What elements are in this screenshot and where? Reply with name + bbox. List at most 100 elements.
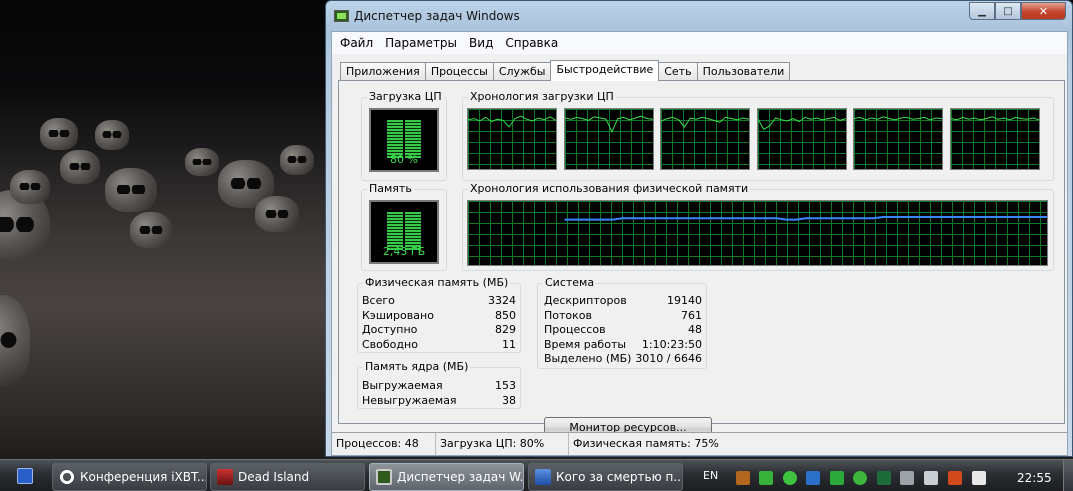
word-icon <box>535 469 551 485</box>
tab-users[interactable]: Пользователи <box>696 62 791 81</box>
wallpaper-skull <box>0 295 30 387</box>
stat-name: Свободно <box>362 338 418 351</box>
cpu-history-label: Хронология загрузки ЦП <box>468 90 616 103</box>
window-client: Файл Параметры Вид Справка Приложения Пр… <box>331 31 1068 456</box>
cpu-usage-line <box>757 116 846 131</box>
tray-app-icon[interactable] <box>736 471 750 485</box>
system-row: Процессов 48 <box>544 323 702 338</box>
dead-island-icon <box>217 469 233 485</box>
volume-icon[interactable] <box>924 471 938 485</box>
tray-monitor-icon[interactable] <box>806 471 820 485</box>
cpu-history-group: Хронология загрузки ЦП <box>462 90 1054 181</box>
status-cpu: Загрузка ЦП: 80% <box>436 433 569 455</box>
cpu-usage-line <box>661 116 749 128</box>
physical-memory-label: Физическая память (МБ) <box>363 276 511 289</box>
physical-memory-row: Всего 3324 <box>362 294 516 309</box>
tray-device-icon[interactable] <box>900 471 914 485</box>
kernel-memory-row: Выгружаемая 153 <box>362 379 516 394</box>
task-manager-icon <box>376 469 392 485</box>
tray-update-icon[interactable] <box>853 471 867 485</box>
kernel-memory-group: Память ядра (МБ) Выгружаемая 153 Невыгру… <box>357 360 521 409</box>
physical-memory-group: Физическая память (МБ) Всего 3324 Кэширо… <box>357 276 521 353</box>
wallpaper-skull <box>130 212 172 248</box>
tray-h-icon[interactable] <box>830 471 844 485</box>
kernel-memory-row: Невыгружаемая 38 <box>362 394 516 409</box>
tab-services[interactable]: Службы <box>492 62 552 81</box>
taskbar: Конференция iXBT.... Dead Island Диспетч… <box>0 459 1073 491</box>
action-center-flag-icon[interactable] <box>972 471 986 485</box>
stat-value: 850 <box>495 309 516 322</box>
menu-bar: Файл Параметры Вид Справка <box>332 32 1067 54</box>
taskbar-item-opera[interactable]: Конференция iXBT.... <box>52 463 207 491</box>
stat-name: Потоков <box>544 309 592 322</box>
cpu-core-svg <box>854 116 942 121</box>
taskbar-item-label: Диспетчер задач W... <box>397 470 524 484</box>
opera-icon <box>59 469 75 485</box>
cpu-usage-line <box>564 115 653 134</box>
menu-help[interactable]: Справка <box>499 32 564 54</box>
memory-group: Память 2,43 ГБ <box>361 182 447 271</box>
stat-name: Дескрипторов <box>544 294 627 307</box>
task-manager-icon <box>334 10 349 22</box>
memory-history-graph <box>467 200 1048 266</box>
cpu-usage-line <box>468 115 556 128</box>
tab-processes[interactable]: Процессы <box>424 62 494 81</box>
memory-value: 2,43 ГБ <box>382 245 426 258</box>
taskbar-clock[interactable]: 22:55 <box>1017 471 1052 485</box>
stat-value: 1:10:23:50 <box>641 338 702 351</box>
language-indicator[interactable]: EN <box>703 469 718 482</box>
taskbar-item-label: Dead Island <box>238 470 310 484</box>
cpu-core-graph <box>756 108 847 170</box>
cpu-usage-line <box>950 116 1039 121</box>
stat-value: 38 <box>502 394 516 407</box>
wallpaper-skull <box>40 118 78 150</box>
tray-butterfly-icon[interactable] <box>783 471 797 485</box>
stat-value: 153 <box>495 379 516 392</box>
system-row: Выделено (МБ) 3010 / 6646 <box>544 352 702 367</box>
memory-usage-line <box>564 216 1047 221</box>
stat-name: Кэшировано <box>362 309 434 322</box>
tab-performance[interactable]: Быстродействие <box>550 60 660 81</box>
cpu-core-svg <box>950 116 1039 121</box>
tab-applications[interactable]: Приложения <box>340 62 426 81</box>
system-label: Система <box>543 276 597 289</box>
tray-red-icon[interactable] <box>948 471 962 485</box>
physical-memory-row: Доступно 829 <box>362 323 516 338</box>
maximize-button[interactable]: □ <box>995 2 1021 20</box>
wallpaper-skull <box>255 196 299 232</box>
minimize-button[interactable]: ▁ <box>969 2 995 20</box>
tray-battery-icon[interactable] <box>759 471 773 485</box>
cpu-usage-value: 80 % <box>390 153 418 166</box>
taskbar-item-label: Конференция iXBT.... <box>80 470 207 484</box>
wallpaper-skull <box>95 120 129 150</box>
menu-view[interactable]: Вид <box>463 32 499 54</box>
wallpaper-skull <box>280 145 314 175</box>
menu-options[interactable]: Параметры <box>379 32 463 54</box>
tray-network-icon[interactable] <box>877 471 891 485</box>
menu-file[interactable]: Файл <box>334 32 379 54</box>
stat-value: 3324 <box>488 294 516 307</box>
status-memory: Физическая память: 75% <box>573 437 719 450</box>
title-bar[interactable]: Диспетчер задач Windows ▁ □ ✕ <box>326 1 1072 31</box>
taskbar-item-word[interactable]: Кого за смертью п... <box>528 463 683 491</box>
physical-memory-row: Свободно 11 <box>362 338 516 353</box>
memory-history-group: Хронология использования физической памя… <box>462 182 1054 271</box>
stat-value: 761 <box>681 309 702 322</box>
taskbar-item-dead-island[interactable]: Dead Island <box>210 463 365 491</box>
cpu-core-svg <box>468 115 556 128</box>
cpu-core-graph <box>853 108 943 170</box>
cpu-usage-meter: 80 % <box>369 108 439 172</box>
show-desktop-button[interactable] <box>1063 460 1073 491</box>
close-button[interactable]: ✕ <box>1021 2 1066 20</box>
stat-value: 19140 <box>667 294 702 307</box>
stat-name: Всего <box>362 294 395 307</box>
system-group: Система Дескрипторов 19140 Потоков 761 П… <box>537 276 707 369</box>
taskbar-save-icon[interactable] <box>17 468 33 484</box>
physical-memory-row: Кэшировано 850 <box>362 309 516 324</box>
cpu-core-svg <box>564 115 653 134</box>
status-bar: Процессов: 48 Загрузка ЦП: 80% Физическа… <box>332 432 1067 455</box>
stat-value: 11 <box>502 338 516 351</box>
tab-networking[interactable]: Сеть <box>658 62 698 81</box>
taskbar-item-task-manager[interactable]: Диспетчер задач W... <box>369 463 524 491</box>
memory-history-label: Хронология использования физической памя… <box>468 182 751 195</box>
